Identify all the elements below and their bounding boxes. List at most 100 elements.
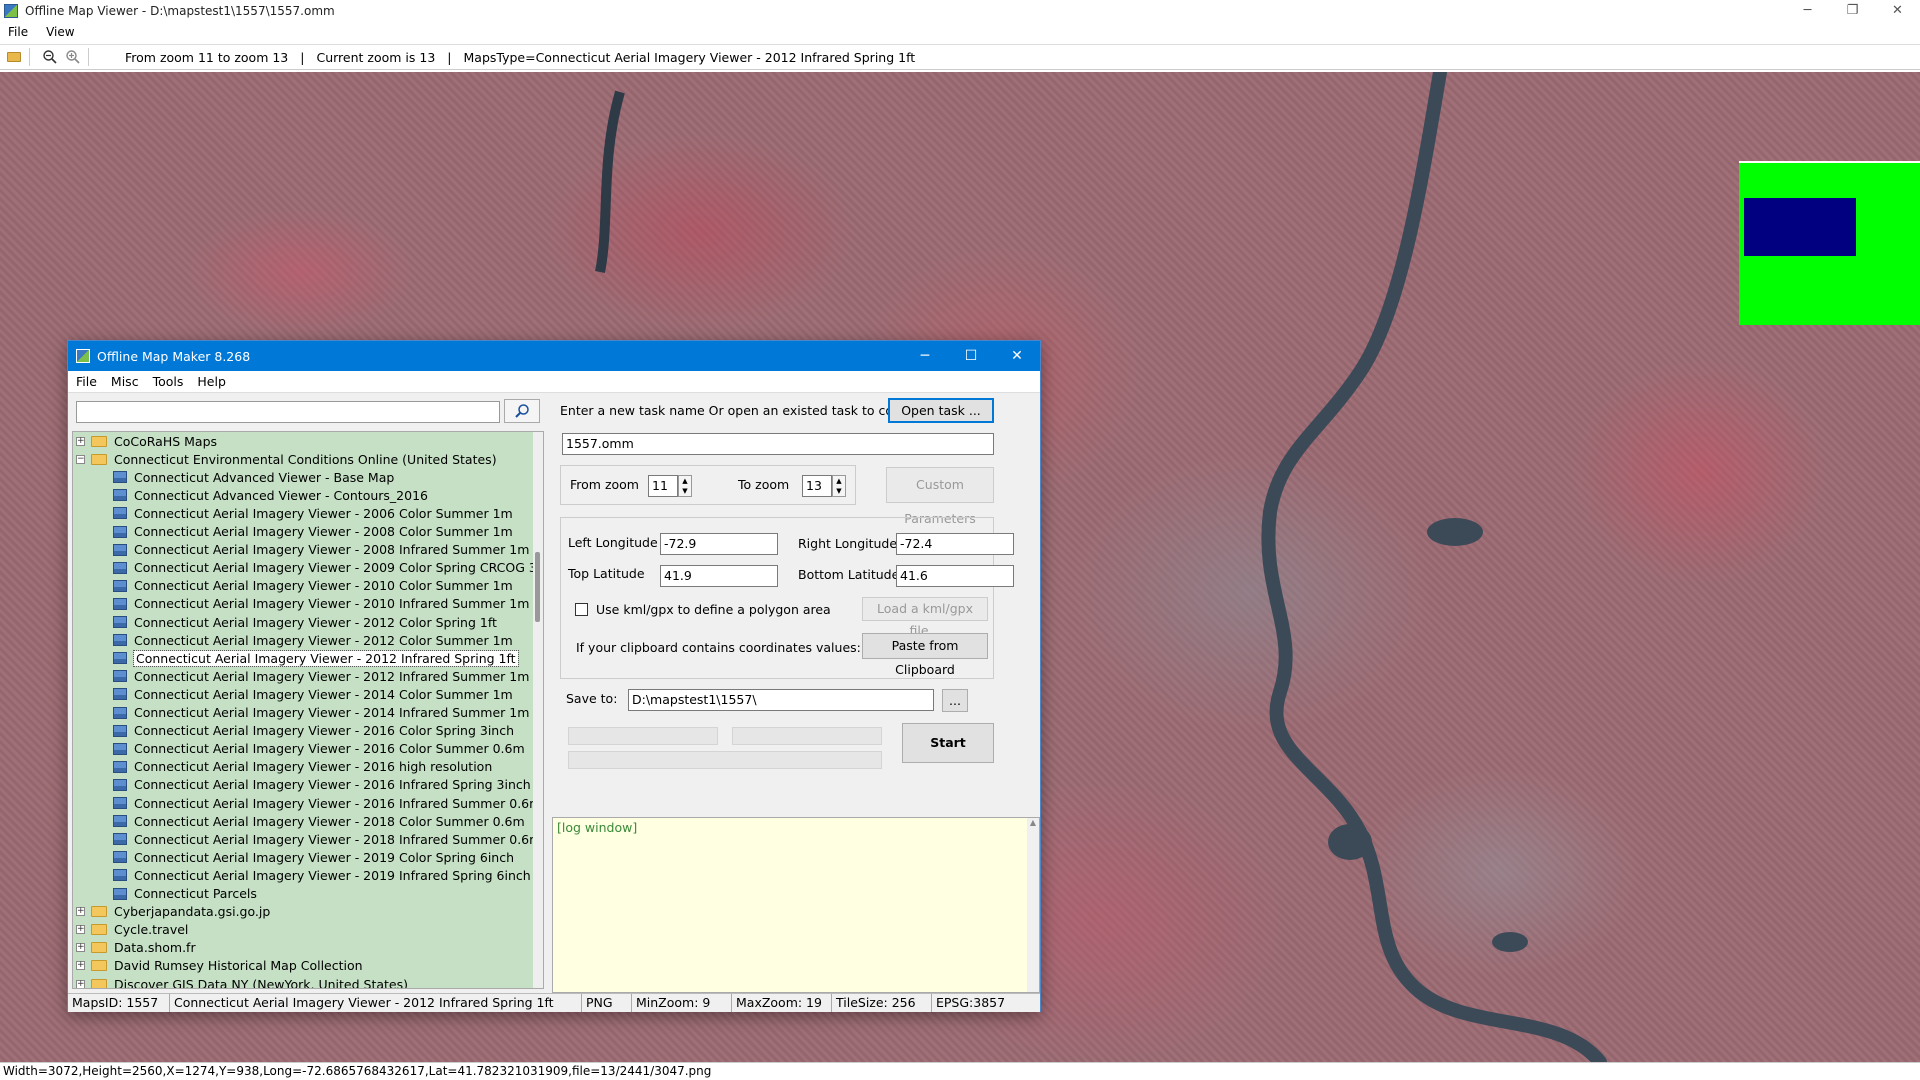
dialog-maximize-icon[interactable]: ☐ — [948, 341, 994, 371]
tree-scrollbar[interactable] — [533, 432, 543, 988]
tree-folder-item[interactable]: + Data.shom.fr — [76, 939, 196, 957]
expand-icon[interactable]: + — [76, 943, 85, 953]
tree-item-label: CoCoRaHS Maps — [114, 433, 218, 449]
toolbar-separator — [29, 48, 30, 66]
tree-folder-item[interactable]: + Discover GIS Data NY (NewYork, United S… — [76, 975, 408, 988]
zoom-out-icon[interactable] — [41, 48, 59, 66]
tree-map-item[interactable]: Connecticut Aerial Imagery Viewer - 2008… — [113, 541, 529, 559]
tree-map-item[interactable]: Connecticut Aerial Imagery Viewer - 2010… — [113, 595, 529, 613]
tree-map-item[interactable]: Connecticut Aerial Imagery Viewer - 2016… — [113, 794, 541, 812]
tree-item-label: Connecticut Aerial Imagery Viewer - 2018… — [134, 813, 525, 829]
open-task-button[interactable]: Open task ... — [888, 398, 994, 423]
map-layer-icon — [113, 525, 127, 538]
dialog-title-bar[interactable]: Offline Map Maker 8.268 ─ ☐ ✕ — [68, 341, 1040, 371]
tree-item-label: Connecticut Aerial Imagery Viewer - 2014… — [134, 686, 513, 702]
start-button[interactable]: Start — [902, 723, 994, 763]
tree-map-item[interactable]: Connecticut Aerial Imagery Viewer - 2014… — [113, 685, 513, 703]
menu-file[interactable]: File — [8, 25, 28, 39]
from-zoom-spinner[interactable]: ▲ ▼ — [678, 475, 692, 497]
bottom-latitude-input[interactable]: 41.6 — [896, 565, 1014, 587]
tree-map-item[interactable]: Connecticut Aerial Imagery Viewer - 2016… — [113, 758, 492, 776]
to-zoom-spinner[interactable]: ▲ ▼ — [832, 475, 846, 497]
tree-map-item[interactable]: Connecticut Aerial Imagery Viewer - 2009… — [113, 559, 543, 577]
left-longitude-input[interactable]: -72.9 — [660, 533, 778, 555]
zoom-range-text: From zoom 11 to zoom 13 — [125, 49, 289, 65]
collapse-icon[interactable]: − — [76, 454, 85, 464]
tree-map-item[interactable]: Connecticut Advanced Viewer - Contours_2… — [113, 486, 428, 504]
tree-map-item[interactable]: Connecticut Aerial Imagery Viewer - 2012… — [113, 649, 519, 667]
dialog-close-icon[interactable]: ✕ — [994, 341, 1040, 371]
top-latitude-input[interactable]: 41.9 — [660, 565, 778, 587]
outer-status-bar: Width=3072,Height=2560,X=1274,Y=938,Long… — [0, 1062, 1920, 1080]
tree-item-label: Connecticut Aerial Imagery Viewer - 2010… — [134, 596, 530, 612]
bottom-latitude-label: Bottom Latitude — [798, 567, 900, 582]
map-layer-icon — [113, 833, 127, 846]
search-input[interactable] — [76, 401, 500, 423]
tree-map-item[interactable]: Connecticut Aerial Imagery Viewer - 2012… — [113, 613, 497, 631]
zoom-in-icon[interactable] — [64, 48, 82, 66]
load-kml-button[interactable]: Load a kml/gpx file... — [862, 597, 988, 638]
map-layer-icon — [113, 634, 127, 647]
tree-map-item[interactable]: Connecticut Aerial Imagery Viewer - 2014… — [113, 704, 529, 722]
save-path-input[interactable]: D:\mapstest1\1557\ — [628, 689, 934, 711]
expand-icon[interactable]: + — [76, 925, 85, 935]
tree-map-item[interactable]: Connecticut Aerial Imagery Viewer - 2018… — [113, 812, 525, 830]
status-maps-id: MapsID: 1557 — [68, 994, 170, 1012]
map-layer-icon — [113, 742, 127, 755]
close-icon[interactable]: ✕ — [1875, 0, 1920, 22]
tree-folder-item[interactable]: + Cycle.travel — [76, 921, 188, 939]
restore-icon[interactable]: ❐ — [1830, 0, 1875, 22]
tree-map-item[interactable]: Connecticut Aerial Imagery Viewer - 2019… — [113, 866, 531, 884]
tree-map-item[interactable]: Connecticut Aerial Imagery Viewer - 2008… — [113, 523, 513, 541]
dialog-menu-tools[interactable]: Tools — [153, 374, 184, 389]
tree-map-item[interactable]: Connecticut Aerial Imagery Viewer - 2006… — [113, 504, 513, 522]
tree-scrollbar-thumb[interactable] — [535, 552, 540, 622]
to-zoom-input[interactable]: 13 — [802, 475, 832, 497]
log-window[interactable]: [log window] ▲ — [552, 817, 1040, 993]
tree-map-item[interactable]: Connecticut Aerial Imagery Viewer - 2010… — [113, 577, 513, 595]
folder-icon — [91, 435, 107, 447]
tree-map-item[interactable]: Connecticut Aerial Imagery Viewer - 2016… — [113, 740, 525, 758]
task-name-input[interactable]: 1557.omm — [562, 433, 994, 455]
from-zoom-input[interactable]: 11 — [648, 475, 678, 497]
tree-map-item[interactable]: Connecticut Aerial Imagery Viewer - 2012… — [113, 667, 529, 685]
custom-parameters-button[interactable]: Custom Parameters — [886, 467, 994, 526]
menu-view[interactable]: View — [46, 25, 74, 39]
tree-folder-item[interactable]: + David Rumsey Historical Map Collection — [76, 957, 363, 975]
expand-icon[interactable]: + — [76, 979, 85, 988]
expand-icon[interactable]: + — [76, 436, 85, 446]
tree-map-item[interactable]: Connecticut Aerial Imagery Viewer - 2012… — [113, 631, 513, 649]
dialog-menu-file[interactable]: File — [76, 374, 97, 389]
overview-minimap[interactable] — [1739, 161, 1920, 325]
dialog-menu-misc[interactable]: Misc — [111, 374, 139, 389]
log-scrollbar[interactable]: ▲ — [1027, 818, 1039, 992]
dialog-menu-help[interactable]: Help — [197, 374, 226, 389]
minimap-viewport[interactable] — [1744, 198, 1856, 256]
tree-item-label: Connecticut Advanced Viewer - Base Map — [134, 469, 395, 485]
map-source-tree[interactable]: + CoCoRaHS Maps − Connecticut Environmental… — [72, 431, 544, 989]
tree-map-item[interactable]: Connecticut Advanced Viewer - Base Map — [113, 468, 394, 486]
tree-map-item[interactable]: Connecticut Aerial Imagery Viewer - 2019… — [113, 848, 514, 866]
open-folder-icon[interactable] — [5, 48, 23, 66]
status-max-zoom: MaxZoom: 19 — [732, 994, 832, 1012]
tree-map-item[interactable]: Connecticut Parcels — [113, 885, 257, 903]
status-map-name: Connecticut Aerial Imagery Viewer - 2012… — [170, 994, 582, 1012]
dialog-minimize-icon[interactable]: ─ — [902, 341, 948, 371]
minimize-icon[interactable]: ─ — [1785, 0, 1830, 22]
map-layer-icon — [113, 851, 127, 864]
browse-button[interactable]: ... — [942, 689, 968, 712]
map-layer-icon — [113, 670, 127, 683]
tree-folder-item[interactable]: − Connecticut Environmental Conditions On… — [76, 450, 497, 468]
outer-window-title: Offline Map Viewer - D:\mapstest1\1557\1… — [25, 4, 335, 18]
tree-map-item[interactable]: Connecticut Aerial Imagery Viewer - 2018… — [113, 830, 541, 848]
tree-folder-item[interactable]: + Cyberjapandata.gsi.go.jp — [76, 903, 270, 921]
tree-map-item[interactable]: Connecticut Aerial Imagery Viewer - 2016… — [113, 722, 514, 740]
paste-clipboard-button[interactable]: Paste from Clipboard — [862, 633, 988, 677]
expand-icon[interactable]: + — [76, 907, 85, 917]
expand-icon[interactable]: + — [76, 961, 85, 971]
right-longitude-input[interactable]: -72.4 — [896, 533, 1014, 555]
tree-folder-item[interactable]: + CoCoRaHS Maps — [76, 432, 217, 450]
kml-polygon-checkbox[interactable] — [575, 603, 588, 616]
search-button[interactable] — [504, 399, 540, 423]
tree-map-item[interactable]: Connecticut Aerial Imagery Viewer - 2016… — [113, 776, 531, 794]
